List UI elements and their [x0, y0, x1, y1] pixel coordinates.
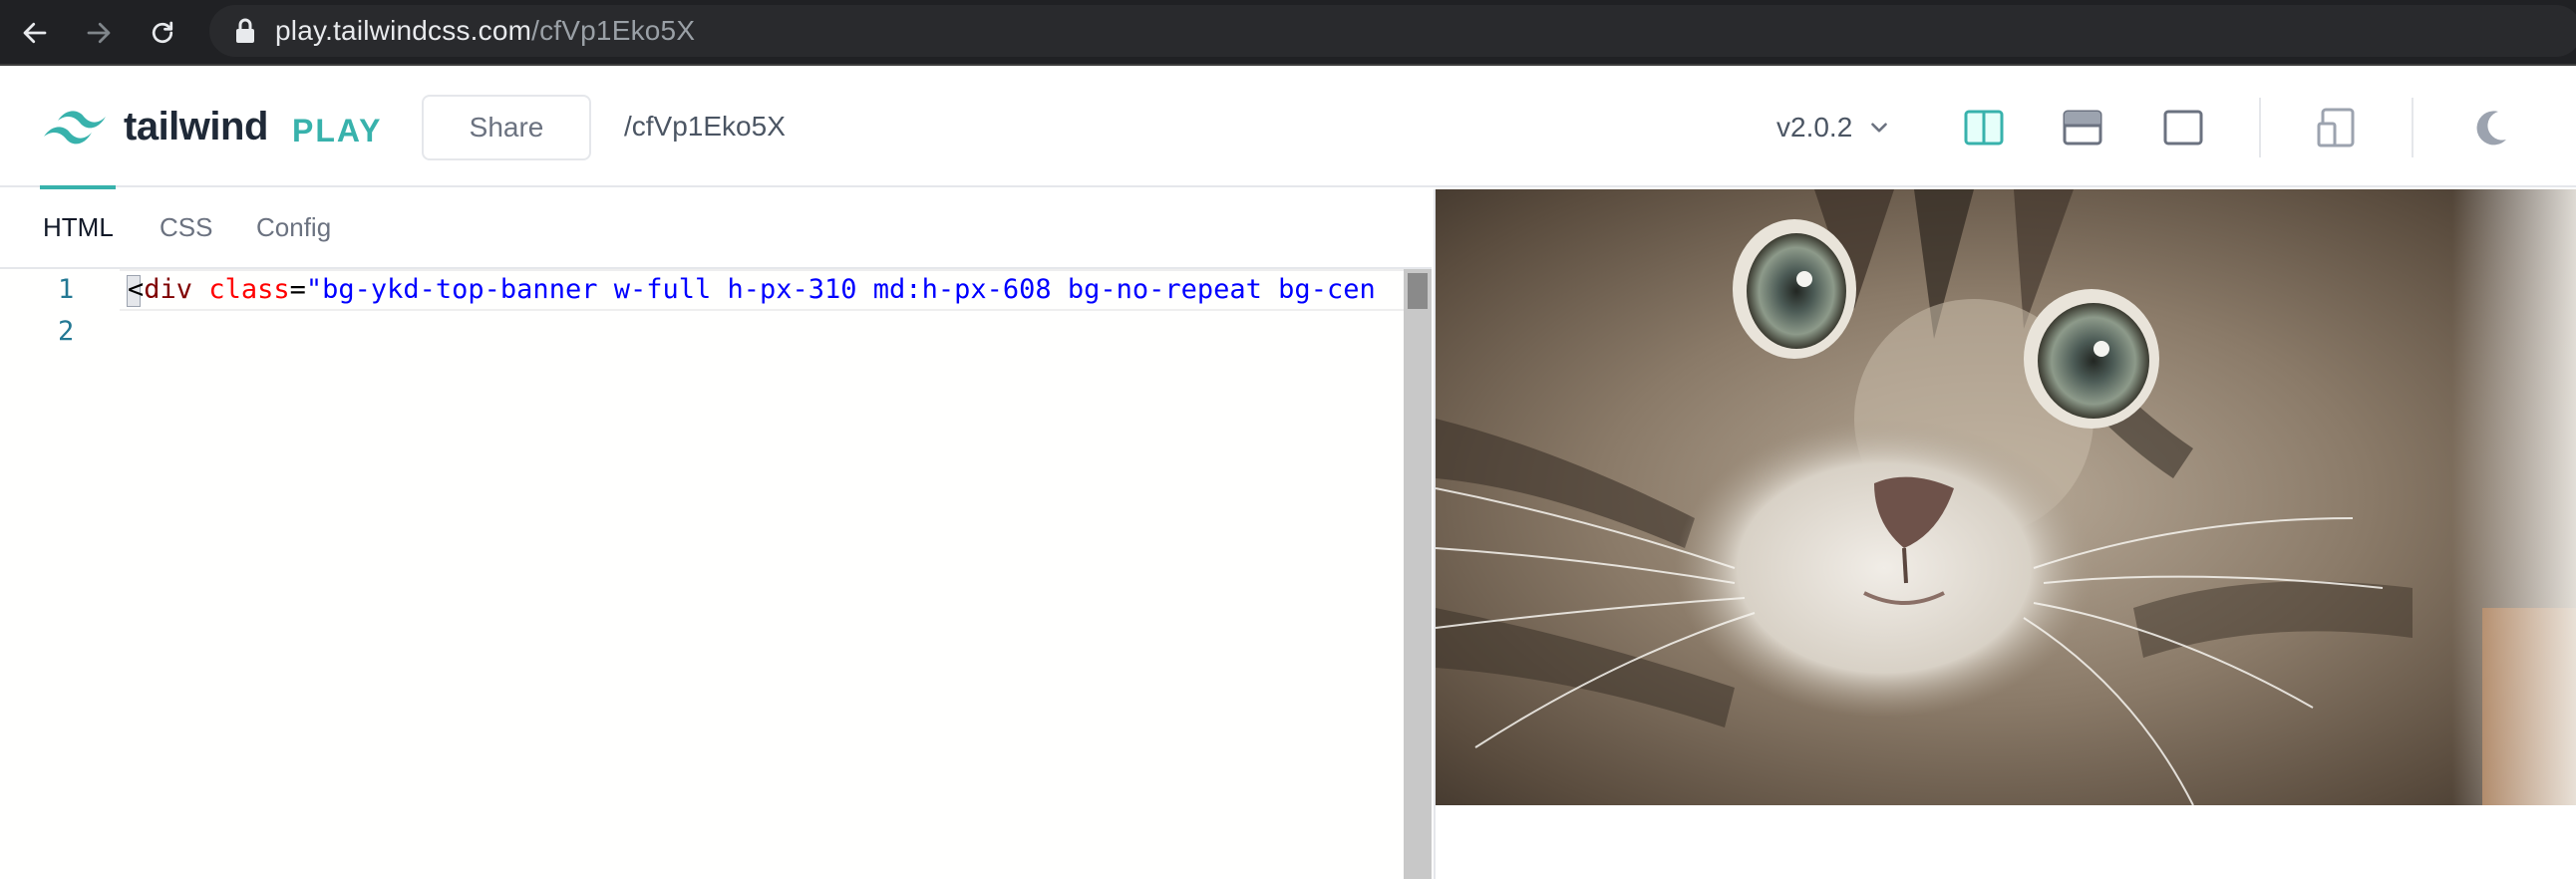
reload-icon — [152, 21, 173, 44]
line-number: 2 — [58, 316, 75, 347]
share-button[interactable]: Share — [422, 95, 591, 160]
tab-label: Config — [256, 212, 332, 242]
reload-button[interactable] — [140, 10, 185, 56]
moon-icon[interactable] — [2468, 106, 2512, 149]
code-token-equals: = — [289, 274, 306, 305]
split-vertical-icon — [1964, 110, 2004, 146]
tab-label: HTML — [43, 212, 114, 242]
url-text[interactable]: play.tailwindcss.com/cfVp1Eko5X — [275, 14, 695, 48]
editor-pane: HTML CSS Config 1 2 <div class="bg-ykd-t… — [0, 185, 1432, 879]
line-number: 1 — [58, 274, 75, 305]
scrollbar-thumb[interactable] — [1408, 273, 1428, 309]
tab-label: CSS — [160, 212, 213, 242]
editor-tabs: HTML CSS Config — [0, 185, 1432, 269]
split-horizontal-icon — [2063, 110, 2102, 146]
logo-wordmark: tailwind — [124, 105, 268, 148]
tab-config[interactable]: Config — [256, 211, 331, 243]
app-header: tailwind PLAY Share /cfVp1Eko5X v2.0.2 — [0, 68, 2576, 187]
lock-icon — [236, 18, 254, 43]
responsive-design-icon — [2317, 108, 2355, 147]
editor-scrollbar[interactable] — [1404, 269, 1432, 879]
url-host: play.tailwindcss.com — [275, 15, 532, 46]
preview-only-icon — [2163, 110, 2203, 146]
code-editor[interactable]: 1 2 <div class="bg-ykd-top-banner w-full… — [0, 269, 1404, 879]
version-select[interactable]: v2.0.2 — [1776, 108, 1892, 147]
share-path[interactable]: /cfVp1Eko5X — [624, 110, 786, 144]
kitten-banner-image — [1436, 189, 2576, 805]
layout-preview-button[interactable] — [2162, 108, 2204, 147]
arrow-right-icon — [87, 22, 111, 44]
layout-horizontal-button[interactable] — [2062, 108, 2103, 147]
chevron-down-icon — [1871, 123, 1888, 133]
url-path: /cfVp1Eko5X — [531, 15, 696, 46]
header-divider — [2259, 98, 2261, 157]
code-line[interactable]: <div class="bg-ykd-top-banner w-full h-p… — [128, 269, 1404, 311]
arrow-left-icon — [23, 22, 47, 44]
back-button[interactable] — [12, 10, 58, 56]
header-divider — [2412, 98, 2414, 157]
active-tab-indicator — [40, 185, 116, 189]
code-token-bracket: < — [128, 274, 145, 305]
browser-toolbar: play.tailwindcss.com/cfVp1Eko5X — [0, 0, 2576, 66]
code-token-tag: div — [144, 274, 193, 305]
code-token-attribute: class — [208, 274, 290, 305]
tab-html[interactable]: HTML — [40, 185, 116, 243]
tailwind-logo-icon[interactable] — [40, 105, 110, 148]
code-token-string: "bg-ykd-top-banner w-full h-px-310 md:h-… — [305, 274, 1376, 305]
preview-pane — [1434, 189, 2576, 879]
version-label: v2.0.2 — [1776, 112, 1853, 143]
logo-play-label: PLAY — [292, 113, 383, 148]
layout-vertical-button[interactable] — [1963, 108, 2005, 147]
line-gutter: 1 2 — [0, 269, 120, 879]
forward-button[interactable] — [76, 10, 122, 56]
responsive-design-button[interactable] — [2315, 108, 2357, 147]
tab-css[interactable]: CSS — [160, 211, 212, 243]
